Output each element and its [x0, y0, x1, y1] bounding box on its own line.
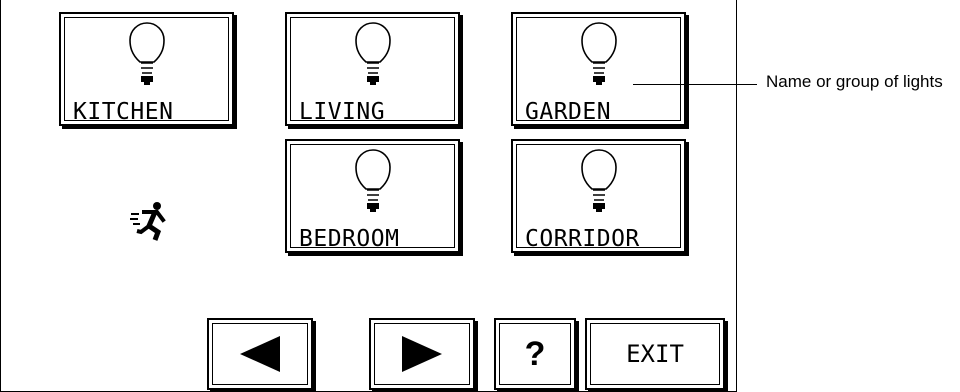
lightbulb-icon [580, 22, 617, 85]
callout-line [633, 84, 757, 85]
light-button-living[interactable]: LIVING [285, 12, 460, 126]
light-button-garden[interactable]: GARDEN [511, 12, 686, 126]
right-arrow-icon [402, 336, 442, 372]
light-button-corridor[interactable]: CORRIDOR [511, 139, 686, 253]
lightbulb-icon [580, 149, 617, 212]
exit-label: EXIT [626, 340, 684, 368]
lightbulb-icon [354, 149, 391, 212]
help-label: ? [524, 335, 546, 373]
exit-button[interactable]: EXIT [585, 318, 725, 390]
light-label-corridor: CORRIDOR [525, 226, 640, 252]
running-man-icon [130, 202, 166, 241]
light-label-bedroom: BEDROOM [299, 226, 400, 252]
lightbulb-icon [354, 22, 391, 85]
help-button[interactable]: ? [494, 318, 576, 390]
next-button[interactable] [369, 318, 475, 390]
touch-screen-panel: KITCHEN LIVING GARDEN BEDROOM CORRIDOR ?… [0, 0, 737, 392]
left-arrow-icon [240, 336, 280, 372]
annotation-text: Name or group of lights [766, 72, 943, 91]
light-label-garden: GARDEN [525, 99, 612, 125]
previous-button[interactable] [207, 318, 313, 390]
light-button-bedroom[interactable]: BEDROOM [285, 139, 460, 253]
light-label-kitchen: KITCHEN [73, 99, 174, 125]
light-label-living: LIVING [299, 99, 386, 125]
lightbulb-icon [128, 22, 165, 85]
light-button-kitchen[interactable]: KITCHEN [59, 12, 234, 126]
